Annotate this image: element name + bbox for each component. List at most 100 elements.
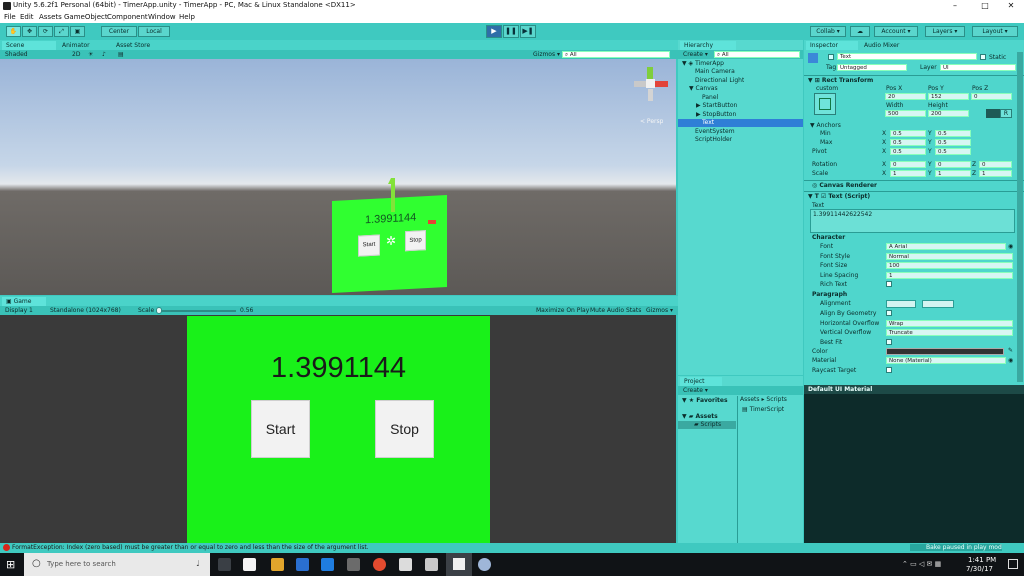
font-size-field[interactable]: 100 — [886, 262, 1013, 269]
step-button[interactable]: ▶❚ — [520, 25, 536, 38]
breadcrumb-scripts[interactable]: Scripts — [766, 396, 787, 403]
layers-dropdown[interactable]: Layers ▾ — [925, 26, 965, 37]
raw-edit-button[interactable]: R — [1000, 109, 1012, 118]
cloud-icon[interactable]: ☁ — [850, 26, 870, 37]
lighting-icon[interactable]: ☀ — [88, 51, 93, 58]
menu-help[interactable]: Help — [179, 13, 195, 21]
hierarchy-item-eventsystem[interactable]: EventSystem — [695, 128, 735, 135]
scene-gizmos-dropdown[interactable]: Gizmos ▾ — [533, 51, 560, 58]
hierarchy-item-scriptholder[interactable]: ScriptHolder — [695, 136, 732, 143]
hierarchy-item-directional-light[interactable]: Directional Light — [695, 77, 744, 84]
chrome-icon[interactable] — [373, 558, 386, 571]
microphone-icon[interactable]: ♩ — [196, 559, 200, 568]
assets-folder[interactable]: ▼ ▰ Assets — [682, 413, 718, 420]
posz-field[interactable]: 0 — [971, 93, 1012, 100]
hierarchy-item-panel[interactable]: Panel — [702, 94, 718, 101]
timerscript-file[interactable]: ▤ TimerScript — [742, 406, 784, 413]
inspector-scrollbar[interactable] — [1017, 52, 1023, 382]
hand-tool-icon[interactable]: ✋ — [6, 26, 21, 37]
resolution-dropdown[interactable]: Standalone (1024x768) — [50, 307, 121, 314]
hierarchy-item-stopbutton[interactable]: ▶ StopButton — [696, 111, 736, 118]
menu-file[interactable]: File — [4, 13, 16, 21]
posy-field[interactable]: 152 — [928, 93, 969, 100]
object-name-field[interactable]: Text — [837, 53, 977, 60]
favorites-folder[interactable]: ▼ ★ Favorites — [682, 397, 728, 404]
scale-slider-track[interactable] — [156, 310, 236, 312]
audio-icon[interactable]: ♪ — [102, 51, 106, 58]
line-spacing-field[interactable]: 1 — [886, 272, 1013, 279]
object-picker-icon[interactable]: ◉ — [1008, 243, 1013, 250]
font-style-dropdown[interactable]: Normal — [886, 253, 1013, 260]
min-y-field[interactable]: 0.5 — [935, 130, 971, 137]
tag-dropdown[interactable]: Untagged — [837, 64, 907, 71]
eyedropper-icon[interactable]: ✎ — [1008, 347, 1013, 354]
object-picker-icon[interactable]: ◉ — [1008, 357, 1013, 364]
file-explorer-icon[interactable] — [271, 558, 284, 571]
scale-z-field[interactable]: 1 — [979, 170, 1012, 177]
hierarchy-item-timerapp[interactable]: ▼ ◈ TimerApp — [682, 60, 724, 67]
vertical-alignment-buttons[interactable] — [922, 300, 954, 308]
tab-project[interactable]: Project — [680, 377, 722, 386]
best-fit-checkbox[interactable] — [886, 339, 892, 345]
settings-gear-icon[interactable] — [347, 558, 360, 571]
hierarchy-item-canvas[interactable]: ▼ Canvas — [689, 85, 718, 92]
scene-stop-button[interactable]: Stop — [405, 230, 426, 252]
blueprint-mode-button[interactable] — [986, 109, 1000, 118]
project-splitter[interactable] — [737, 396, 738, 543]
tab-game[interactable]: ▣ Game — [2, 297, 46, 306]
minimize-button[interactable]: – — [940, 0, 970, 12]
hierarchy-item-main-camera[interactable]: Main Camera — [695, 68, 735, 75]
windows-start-icon[interactable]: ⊞ — [6, 558, 19, 571]
stop-button[interactable]: Stop — [375, 400, 434, 458]
rect-transform-header[interactable]: ▼ ⊞ Rect Transform — [808, 77, 873, 84]
align-by-geometry-checkbox[interactable] — [886, 310, 892, 316]
collab-button[interactable]: Collab ▾ — [810, 26, 846, 37]
menu-edit[interactable]: Edit — [20, 13, 34, 21]
rot-y-field[interactable]: 0 — [935, 161, 971, 168]
move-gizmo-x-arrow[interactable] — [428, 220, 436, 224]
height-field[interactable]: 200 — [928, 110, 969, 117]
task-view-icon[interactable] — [218, 558, 231, 571]
static-checkbox[interactable] — [980, 54, 986, 60]
rich-text-checkbox[interactable] — [886, 281, 892, 287]
hierarchy-item-startbutton[interactable]: ▶ StartButton — [696, 102, 737, 109]
orientation-gizmo[interactable]: < Persp — [634, 67, 668, 125]
scripts-folder-selected[interactable]: ▰ Scripts — [678, 421, 736, 429]
rect-tool-icon[interactable]: ▣ — [70, 26, 85, 37]
rotate-tool-icon[interactable]: ⟳ — [38, 26, 53, 37]
posx-field[interactable]: 20 — [885, 93, 926, 100]
tab-inspector[interactable]: Inspector — [806, 41, 858, 50]
tab-animator[interactable]: Animator — [58, 41, 110, 50]
material-field[interactable]: None (Material) — [886, 357, 1006, 364]
vertical-overflow-dropdown[interactable]: Truncate — [886, 329, 1013, 336]
color-swatch[interactable] — [886, 348, 1004, 355]
text-value-area[interactable]: 1.39911442622542 — [810, 209, 1015, 233]
hierarchy-create-dropdown[interactable]: Create ▾ — [683, 51, 708, 58]
scale-y-field[interactable]: 1 — [935, 170, 971, 177]
scale-tool-icon[interactable]: ⤢ — [54, 26, 69, 37]
menu-window[interactable]: Window — [148, 13, 176, 21]
menu-assets[interactable]: Assets — [39, 13, 62, 21]
tab-audio-mixer[interactable]: Audio Mixer — [860, 41, 912, 50]
display-dropdown[interactable]: Display 1 — [5, 307, 33, 314]
pivot-y-field[interactable]: 0.5 — [935, 148, 971, 155]
min-x-field[interactable]: 0.5 — [890, 130, 926, 137]
anchors-foldout[interactable]: ▼ Anchors — [810, 122, 841, 129]
tab-scene[interactable]: Scene — [2, 41, 56, 50]
pause-button[interactable]: ❚❚ — [503, 25, 519, 38]
project-create-dropdown[interactable]: Create ▾ — [683, 387, 708, 394]
action-center-icon[interactable] — [1008, 559, 1018, 569]
hierarchy-search-input[interactable]: ⌕ All — [714, 51, 800, 58]
clock-date[interactable]: 7/30/17 — [966, 565, 993, 573]
scene-search-input[interactable]: ⌕ All — [562, 51, 670, 58]
transform-handle-icon[interactable]: ✲ — [386, 234, 396, 249]
tab-asset-store[interactable]: Asset Store — [112, 41, 168, 50]
unity-taskbar-button[interactable] — [446, 553, 472, 576]
menu-component[interactable]: Component — [107, 13, 148, 21]
active-checkbox[interactable] — [828, 54, 834, 60]
rot-z-field[interactable]: 0 — [979, 161, 1012, 168]
layout-dropdown[interactable]: Layout ▾ — [972, 26, 1018, 37]
stats-toggle[interactable]: Stats — [626, 307, 641, 314]
play-button[interactable]: ▶ — [486, 25, 502, 38]
status-bar[interactable]: FormatException: Index (zero based) must… — [0, 543, 1024, 553]
